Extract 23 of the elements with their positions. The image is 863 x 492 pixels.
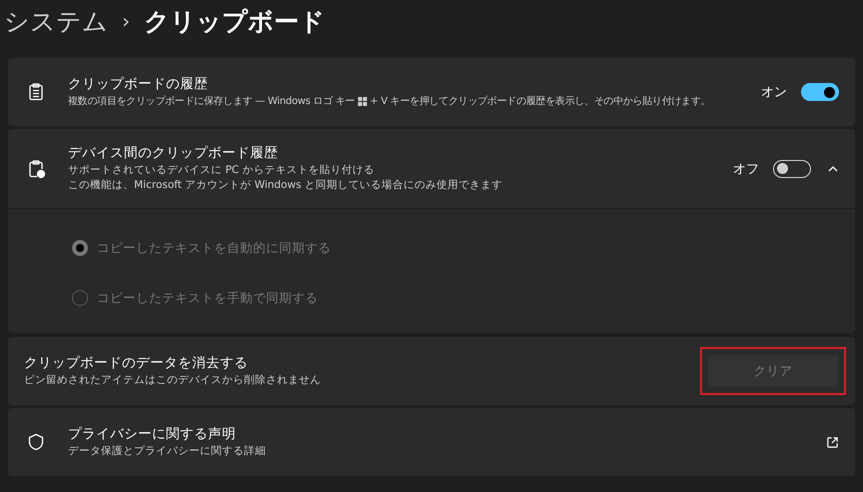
page-title: クリップボード [144,6,325,38]
setting-title: デバイス間のクリップボード履歴 [68,144,279,163]
toggle-label: オフ [733,160,759,178]
windows-logo-icon [358,97,367,106]
setting-description: データ保護とプライバシーに関する詳細 [68,444,267,459]
toggle-switch[interactable] [773,160,811,178]
toggle-label: オン [761,84,787,101]
privacy-card[interactable]: プライバシーに関する声明 データ保護とプライバシーに関する詳細 [8,408,855,476]
radio-label: コピーしたテキストを自動的に同期する [97,240,331,256]
setting-title: クリップボードの履歴 [68,75,209,94]
setting-description: 複数の項目をクリップボードに保存します — Windows ロゴ キー [68,94,355,109]
external-link-icon[interactable] [826,436,839,448]
breadcrumb-parent[interactable]: システム [4,4,108,38]
setting-description: + V キーを押してクリップボードの履歴を表示し、その中から貼り付けます。 [370,94,710,109]
toggle-switch[interactable] [801,83,839,101]
setting-description: この機能は、Microsoft アカウントが Windows と同期している場合にのみ使用できます [68,178,504,193]
setting-title: プライバシーに関する声明 [68,425,237,444]
radio-label: コピーしたテキストを手動で同期する [97,290,318,306]
breadcrumb-separator: › [122,9,130,33]
setting-description: ピン留めされたアイテムはこのデバイスから削除されません [24,373,322,388]
setting-description: サポートされているデバイスに PC からテキストを貼り付ける [68,163,376,178]
setting-title: クリップボードのデータを消去する [24,354,249,373]
shield-icon [26,432,46,452]
